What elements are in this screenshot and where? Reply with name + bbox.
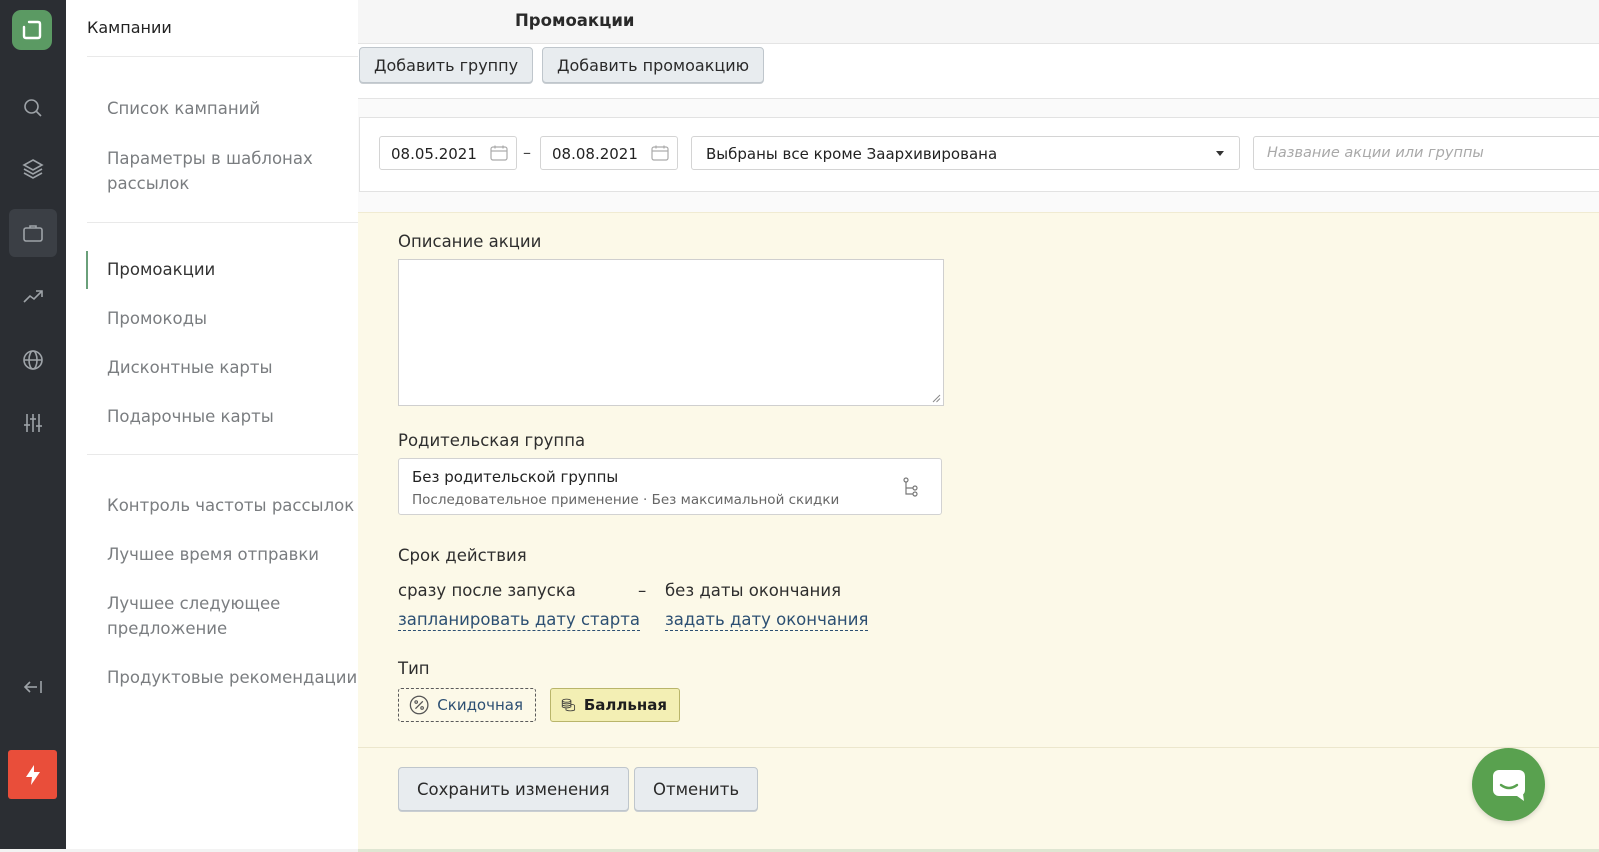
lightning-icon[interactable] (8, 750, 57, 799)
add-promo-button[interactable]: Добавить промоакцию (542, 47, 765, 83)
sidebar-item-template-params[interactable]: Параметры в шаблонах рассылок (107, 146, 387, 196)
main-content: Промоакции Добавить группу Добавить пром… (358, 0, 1599, 852)
date-to-input[interactable]: 08.08.2021 (540, 136, 678, 170)
date-range-separator: – (523, 143, 531, 162)
date-from-input[interactable]: 08.05.2021 (379, 136, 517, 170)
validity-label: Срок действия (398, 546, 527, 565)
parent-group-label: Родительская группа (398, 431, 586, 450)
app-logo-icon[interactable] (12, 10, 52, 50)
sidebar-item-campaign-list[interactable]: Список кампаний (107, 96, 387, 121)
search-input[interactable] (1253, 136, 1599, 170)
trending-up-icon[interactable] (9, 272, 57, 320)
sidebar-item-frequency-control[interactable]: Контроль частоты рассылок (107, 493, 387, 518)
date-from-value: 08.05.2021 (391, 145, 477, 163)
hierarchy-icon (903, 477, 918, 497)
calendar-icon[interactable] (490, 145, 508, 161)
layers-icon[interactable] (9, 145, 57, 193)
description-label: Описание акции (398, 232, 542, 251)
header-bar: Промоакции (358, 0, 1599, 44)
type-label: Тип (398, 659, 430, 678)
validity-separator: – (638, 581, 647, 600)
set-end-date-link[interactable]: задать дату окончания (665, 610, 869, 631)
toolbar: Добавить группу Добавить промоакцию (358, 44, 1599, 99)
briefcase-icon[interactable] (9, 209, 57, 257)
description-textarea[interactable] (398, 259, 944, 406)
page-title: Промоакции (515, 11, 635, 30)
chevron-down-icon (1216, 151, 1224, 156)
chat-button[interactable] (1472, 748, 1545, 821)
sidebar-title: Кампании (87, 18, 172, 37)
parent-group-selector[interactable]: Без родительской группы Последовательное… (398, 458, 942, 515)
add-group-button[interactable]: Добавить группу (359, 47, 534, 83)
sidebar-item-next-best-offer[interactable]: Лучшее следующее предложение (107, 591, 387, 641)
promotion-form: Описание акции Родительская группа Без р… (358, 212, 1599, 852)
sidebar-item-product-recommendations[interactable]: Продуктовые рекомендации (107, 665, 387, 690)
form-footer: Сохранить изменения Отменить (358, 747, 1599, 851)
icon-rail (0, 0, 66, 849)
sidebar-item-promotions[interactable]: Промоакции (107, 257, 387, 282)
type-points-label: Балльная (583, 696, 667, 714)
filter-panel: 08.05.2021 – 08.08.2021 Выбраны все кром… (359, 117, 1599, 192)
schedule-start-link[interactable]: запланировать дату старта (398, 610, 640, 631)
date-to-value: 08.08.2021 (552, 145, 638, 163)
coins-icon (561, 698, 576, 712)
globe-icon[interactable] (9, 336, 57, 384)
status-filter-value: Выбраны все кроме Заархивирована (706, 145, 998, 163)
status-filter-select[interactable]: Выбраны все кроме Заархивирована (691, 136, 1240, 170)
sidebar-item-best-send-time[interactable]: Лучшее время отправки (107, 542, 387, 567)
sliders-icon[interactable] (9, 399, 57, 447)
resize-grip-icon[interactable] (932, 394, 941, 403)
parent-group-details: Последовательное применение · Без максим… (412, 492, 840, 508)
active-indicator (86, 251, 88, 289)
collapse-icon[interactable] (9, 663, 57, 711)
parent-group-title: Без родительской группы (412, 468, 619, 486)
sidebar-item-gift-cards[interactable]: Подарочные карты (107, 404, 387, 429)
search-icon[interactable] (9, 84, 57, 132)
type-points-button[interactable]: Балльная (550, 688, 680, 722)
save-button[interactable]: Сохранить изменения (398, 767, 629, 811)
end-date-value: без даты окончания (665, 581, 841, 600)
sidebar-item-promocodes[interactable]: Промокоды (107, 306, 387, 331)
start-date-value: сразу после запуска (398, 581, 576, 600)
type-discount-button[interactable]: Скидочная (398, 688, 536, 722)
sidebar: Кампании Список кампаний Параметры в шаб… (66, 0, 413, 849)
chat-icon (1492, 769, 1525, 801)
type-discount-label: Скидочная (437, 696, 523, 714)
calendar-icon[interactable] (651, 145, 669, 161)
cancel-button[interactable]: Отменить (634, 767, 759, 811)
sidebar-item-discount-cards[interactable]: Дисконтные карты (107, 355, 387, 380)
percent-icon (409, 695, 429, 715)
